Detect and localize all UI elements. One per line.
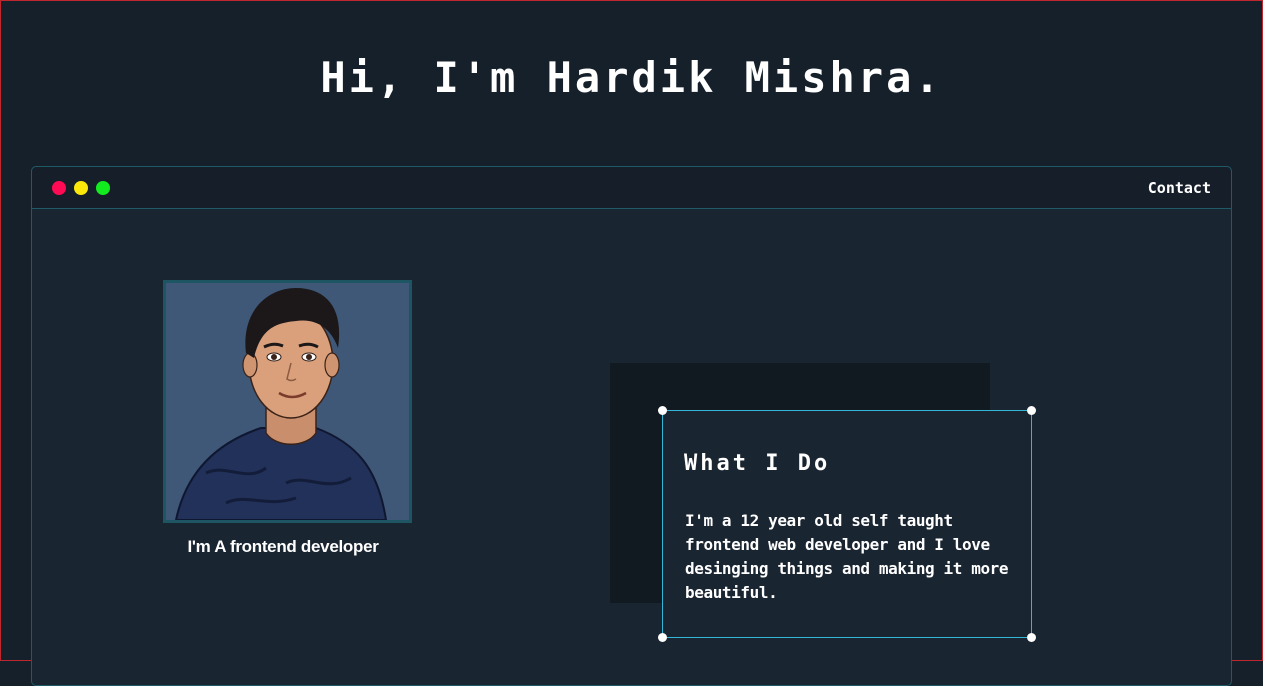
browser-window: Contact I'm A frontend developer What I … (31, 166, 1232, 686)
contact-link[interactable]: Contact (1148, 179, 1211, 197)
close-dot-icon[interactable] (52, 181, 66, 195)
resize-handle-icon (1027, 633, 1036, 642)
avatar-illustration (166, 283, 409, 520)
what-i-do-text: I'm a 12 year old self taught frontend w… (685, 511, 1009, 602)
resize-handle-icon (658, 633, 667, 642)
what-i-do-title: What I Do (684, 451, 831, 476)
resize-handle-icon (658, 406, 667, 415)
resize-handle-icon (1027, 406, 1036, 415)
profile-caption: I'm A frontend developer (187, 537, 379, 556)
minimize-dot-icon[interactable] (74, 181, 88, 195)
maximize-dot-icon[interactable] (96, 181, 110, 195)
avatar (163, 280, 412, 523)
page-title: Hi, I'm Hardik Mishra. (320, 53, 943, 102)
what-i-do-card: What I Do I'm a 12 year old self taught … (658, 406, 1036, 642)
window-title-bar: Contact (32, 167, 1231, 209)
